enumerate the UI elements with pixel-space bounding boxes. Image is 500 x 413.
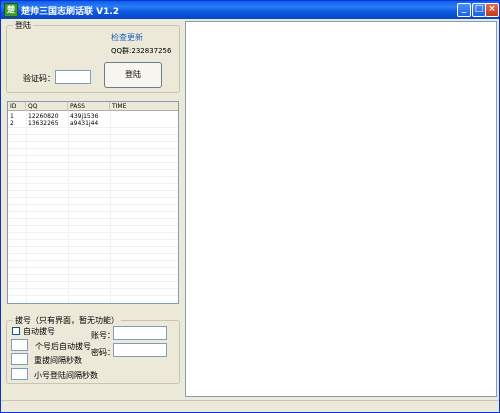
list-header: ID QQ PASS TIME	[8, 102, 178, 111]
grid-line	[8, 281, 178, 282]
grid-line	[8, 197, 178, 198]
captcha-input[interactable]	[55, 70, 91, 84]
login-button[interactable]: 登陆	[104, 62, 162, 88]
grid-line	[8, 225, 178, 226]
cell-qq: 13632265	[28, 120, 59, 127]
cell-pass: 439j1536	[70, 113, 99, 120]
redial-interval-label: 重拔间隔秒数	[34, 356, 82, 365]
title-bar[interactable]: 楚 楚帅三国志刷话联 V1.2 _ □ ×	[1, 1, 499, 19]
grid-line	[8, 162, 178, 163]
grid-line	[8, 267, 178, 268]
output-panel[interactable]	[185, 21, 497, 397]
auto-dial-label[interactable]: 自动拔号	[23, 326, 55, 337]
app-icon: 楚	[4, 3, 18, 17]
grid-line	[8, 134, 178, 135]
account-label: 账号：	[91, 331, 115, 340]
close-button[interactable]: ×	[485, 3, 499, 17]
grid-line	[8, 127, 178, 128]
grid-line	[8, 148, 178, 149]
cell-id: 2	[10, 120, 14, 127]
small-login-interval-input[interactable]	[11, 368, 28, 380]
login-group-title: 登陆	[13, 20, 33, 31]
cell-pass: a9431j44	[70, 120, 99, 127]
grid-line	[8, 295, 178, 296]
grid-line	[8, 183, 178, 184]
captcha-label: 验证码：	[23, 74, 55, 83]
column-header-time[interactable]: TIME	[110, 102, 178, 111]
grid-line	[8, 141, 178, 142]
grid-line	[8, 190, 178, 191]
accounts-list[interactable]: ID QQ PASS TIME 1 12260820 439j1536 2 13…	[7, 101, 179, 304]
redial-interval-input[interactable]	[11, 353, 28, 365]
status-bar	[1, 400, 499, 412]
cell-id: 1	[10, 113, 14, 120]
grid-line	[8, 218, 178, 219]
window-title: 楚帅三国志刷话联 V1.2	[21, 7, 120, 17]
maximize-button[interactable]: □	[472, 3, 486, 17]
column-header-pass[interactable]: PASS	[68, 102, 110, 111]
per-count-label: 个号后自动拔号	[35, 342, 91, 351]
account-input[interactable]	[113, 326, 167, 340]
grid-line	[8, 155, 178, 156]
auto-dial-checkbox[interactable]	[12, 327, 20, 335]
grid-line	[8, 246, 178, 247]
table-row[interactable]: 2 13632265 a9431j44	[8, 120, 178, 127]
grid-line	[8, 288, 178, 289]
dialer-group-title: 拔号（只有界面，暂无功能）	[13, 315, 121, 326]
cell-qq: 12260820	[28, 113, 59, 120]
per-count-input[interactable]	[11, 339, 28, 351]
grid-line	[8, 253, 178, 254]
main-window: 楚 楚帅三国志刷话联 V1.2 _ □ × 登陆 检查更新 QQ群:232837…	[0, 0, 500, 413]
column-header-id[interactable]: ID	[8, 102, 26, 111]
small-login-interval-label: 小号登陆间隔秒数	[34, 371, 98, 380]
table-row[interactable]: 1 12260820 439j1536	[8, 113, 178, 120]
qq-group-text: QQ群:232837256	[111, 47, 172, 55]
grid-line	[8, 260, 178, 261]
grid-line	[8, 239, 178, 240]
password-input[interactable]	[113, 343, 167, 357]
grid-line	[8, 176, 178, 177]
grid-line	[8, 274, 178, 275]
grid-line	[8, 204, 178, 205]
minimize-button[interactable]: _	[457, 3, 471, 17]
grid-line	[8, 232, 178, 233]
grid-line	[8, 211, 178, 212]
grid-line	[8, 169, 178, 170]
check-update-link[interactable]: 检查更新	[111, 32, 143, 43]
password-label: 密码：	[91, 348, 115, 357]
column-header-qq[interactable]: QQ	[26, 102, 68, 111]
